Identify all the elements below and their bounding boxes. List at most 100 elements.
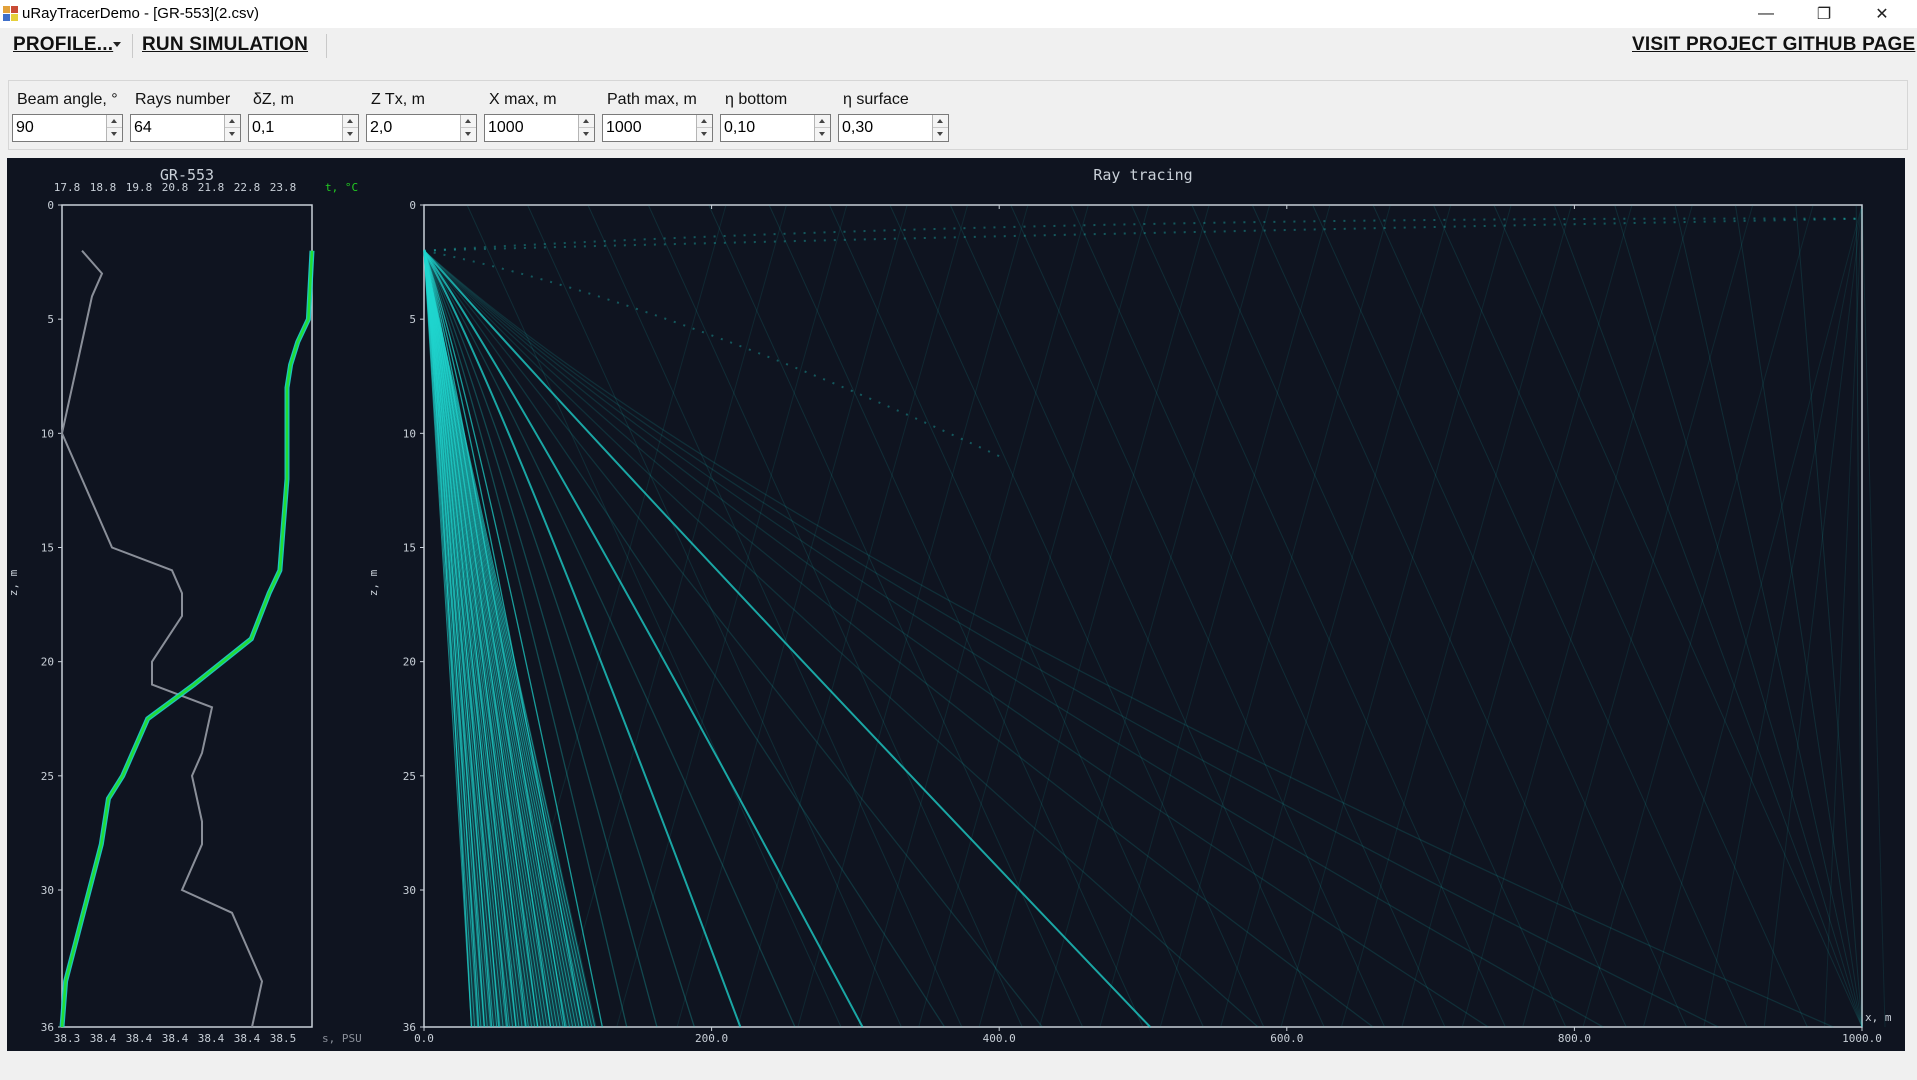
param-label: δZ, m [253,91,294,108]
reflected-ray [829,204,1204,1028]
x-tick-label: 400.0 [983,1032,1016,1045]
temperature-line [60,250,314,1028]
input-value[interactable]: 1000 [488,119,524,137]
ray-traces [423,204,1886,1028]
menu-separator [326,34,327,58]
profile-series [59,250,315,1028]
reflected-ray [1159,204,1391,1028]
input-value[interactable]: 1000 [606,119,642,137]
minimize-button[interactable]: — [1737,0,1795,28]
shallow-ray [423,217,1863,252]
window-title: uRayTracerDemo - [GR-553](2.csv) [22,5,259,22]
ray-x-ticks: 0.0 200.0 400.0 600.0 800.0 1000.0 [414,205,1882,1045]
profile-ylabel: z, m [7,569,20,596]
spin-up-button[interactable] [815,115,830,128]
reflected-ray [1703,204,1863,1028]
input-value[interactable]: 64 [134,119,152,137]
reflected-ray [857,204,1089,1028]
input-value[interactable]: 0,1 [252,119,274,137]
spin-up-button[interactable] [343,115,358,128]
ray-ylabel: z, m [367,569,380,596]
github-link[interactable]: VISIT PROJECT GITHUB PAGE [1632,34,1915,56]
x-tick-label: 1000.0 [1842,1032,1882,1045]
spin-up-button[interactable] [697,115,712,128]
spin-down-button[interactable] [343,128,358,141]
xmax-input[interactable]: 1000 [484,114,595,142]
bottom-tick-label: 38.4 [90,1032,117,1045]
bottom-tick-label: 38.4 [126,1032,153,1045]
parameters-panel: Beam angle, ° 90 Rays number 64 δZ, m 0,… [8,80,1908,150]
maximize-button[interactable]: ❐ [1795,0,1853,28]
spin-up-button[interactable] [225,115,240,128]
ray-chart-title: Ray tracing [1093,166,1192,184]
reflected-ray [1220,204,1452,1028]
reflected-ray [647,204,1023,1028]
y-tick-label: 20 [41,656,54,669]
spin-down-button[interactable] [697,128,712,141]
spin-down-button[interactable] [225,128,240,141]
reflected-ray [949,204,1325,1028]
reflected-ray [1099,204,1331,1028]
y-tick-label: 36 [41,1021,54,1034]
y-tick-label: 30 [41,884,54,897]
ray-tracing-chart: Ray tracing z, m x, m 05101520253036 0.0… [367,166,1892,1045]
y-tick-label: 30 [403,884,416,897]
path-max-input[interactable]: 1000 [602,114,713,142]
spin-down-button[interactable] [579,128,594,141]
y-tick-label: 25 [41,770,54,783]
eta-surface-input[interactable]: 0,30 [838,114,949,142]
bottom-tick-label: 38.5 [270,1032,297,1045]
profile-top-ticks: 17.8 18.8 19.8 20.8 21.8 22.8 23.8 [54,181,297,194]
spin-down-button[interactable] [933,128,948,141]
spin-up-button[interactable] [107,115,122,128]
spin-down-button[interactable] [815,128,830,141]
ztx-input[interactable]: 2,0 [366,114,477,142]
reflected-ray [1493,204,1863,1028]
param-label: η surface [843,91,909,108]
reflected-ray [797,204,1029,1028]
top-tick-label: 17.8 [54,181,81,194]
eta-bottom-input[interactable]: 0,10 [720,114,831,142]
spin-up-button[interactable] [579,115,594,128]
bottom-tick-label: 38.3 [54,1032,81,1045]
spin-up-button[interactable] [461,115,476,128]
x-tick-label: 800.0 [1558,1032,1591,1045]
input-value[interactable]: 0,30 [842,119,873,137]
title-bar: uRayTracerDemo - [GR-553](2.csv) — ❐ ✕ [0,0,1917,28]
reflected-ray [587,204,963,1028]
profile-menu[interactable]: PROFILE... [13,34,113,56]
x-tick-label: 600.0 [1270,1032,1303,1045]
ray-xlabel: x, m [1865,1011,1892,1024]
reflected-ray [1433,204,1808,1028]
y-tick-label: 5 [47,313,54,326]
reflected-ray [1522,204,1754,1028]
chevron-down-icon[interactable] [113,42,121,47]
bottom-tick-label: 38.4 [198,1032,225,1045]
reflected-ray [1372,204,1748,1028]
temperature-line-glow [59,250,315,1028]
reflected-ray [616,204,848,1028]
input-value[interactable]: 90 [16,119,34,137]
salinity-axis-label: s, PSU [322,1032,362,1045]
reflected-ray [1674,204,1863,1028]
close-button[interactable]: ✕ [1853,0,1911,28]
param-label: η bottom [725,91,788,108]
spin-up-button[interactable] [933,115,948,128]
reflected-ray [1280,204,1512,1028]
reflected-ray [1340,204,1573,1028]
spin-down-button[interactable] [461,128,476,141]
reflected-ray [1038,204,1271,1028]
input-value[interactable]: 0,10 [724,119,755,137]
ray-y-ticks: 05101520253036 [403,199,424,1034]
reflected-ray [708,204,1084,1028]
dz-input[interactable]: 0,1 [248,114,359,142]
reflected-ray [978,204,1210,1028]
beam-angle-input[interactable]: 90 [12,114,123,142]
run-simulation-button[interactable]: RUN SIMULATION [142,34,308,56]
param-label: X max, m [489,91,557,108]
spin-down-button[interactable] [107,128,122,141]
top-tick-label: 21.8 [198,181,225,194]
input-value[interactable]: 2,0 [370,119,392,137]
temperature-axis-label: t, °C [325,181,358,194]
rays-number-input[interactable]: 64 [130,114,241,142]
